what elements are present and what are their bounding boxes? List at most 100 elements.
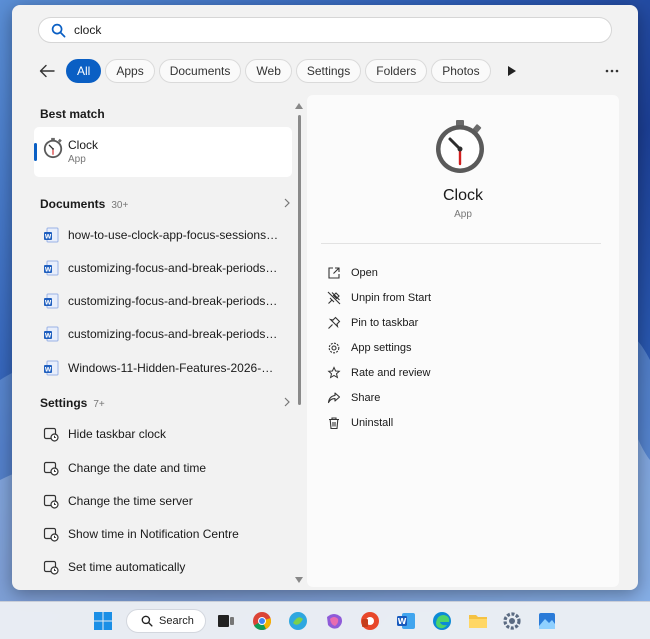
windows-start-icon[interactable]: [91, 609, 115, 633]
office-icon[interactable]: [358, 609, 382, 633]
settings-result[interactable]: Change the time server: [34, 486, 292, 516]
filter-chip-settings[interactable]: Settings: [295, 59, 362, 83]
taskbar-search-icon: [141, 615, 153, 627]
search-box[interactable]: [38, 17, 612, 43]
detail-pane: Clock App Open Unpin from Start Pin to t…: [307, 95, 619, 587]
settings-result-label: Change the time server: [68, 494, 193, 508]
more-icon[interactable]: [600, 59, 624, 83]
documents-count: 30+: [111, 200, 129, 211]
chrome-icon[interactable]: [250, 609, 274, 633]
settings-result-label: Show time in Notification Centre: [68, 527, 239, 541]
svg-text:W: W: [45, 333, 52, 340]
document-result-label: how-to-use-clock-app-focus-sessions-s...: [68, 228, 280, 242]
svg-text:W: W: [45, 367, 52, 374]
taskbar: Search W: [0, 601, 650, 639]
trash-icon: [329, 417, 339, 430]
action-share[interactable]: Share: [327, 387, 380, 409]
task-view-icon[interactable]: [214, 609, 238, 633]
document-result[interactable]: W customizing-focus-and-break-periods-c.…: [34, 319, 292, 349]
settings-clock-icon: [43, 427, 59, 442]
settings-clock-icon: [43, 527, 59, 542]
detail-app-name: Clock: [442, 187, 483, 204]
best-match-heading: Best match: [40, 107, 105, 121]
photos-icon[interactable]: [535, 609, 559, 633]
settings-clock-icon: [43, 560, 59, 575]
filter-chip-documents[interactable]: Documents: [158, 59, 242, 83]
more-filters-play-icon[interactable]: [499, 59, 525, 83]
action-app-settings[interactable]: App settings: [327, 337, 412, 359]
svg-text:W: W: [45, 300, 52, 307]
scroll-up-arrow-icon[interactable]: [295, 103, 303, 109]
taskbar-search-button[interactable]: Search: [126, 609, 206, 633]
settings-result-label: Change the date and time: [68, 461, 207, 475]
document-result[interactable]: W how-to-use-clock-app-focus-sessions-s.…: [34, 220, 292, 250]
file-explorer-icon[interactable]: [466, 609, 490, 633]
action-unpin-from-start[interactable]: Unpin from Start: [327, 287, 431, 309]
start-search-panel: All Apps Documents Web Settings Folders …: [12, 5, 638, 590]
word-document-icon: W: [44, 360, 59, 376]
teams-icon[interactable]: [322, 609, 346, 633]
document-result-label: customizing-focus-and-break-periods-c...: [68, 327, 280, 341]
document-result[interactable]: W Windows-11-Hidden-Features-2026-Kar...: [34, 353, 292, 383]
settings-clock-icon: [43, 494, 59, 509]
detail-divider: [321, 243, 601, 244]
svg-text:W: W: [45, 267, 52, 274]
best-match-type: App: [68, 154, 86, 165]
copilot-icon[interactable]: [286, 609, 310, 633]
document-result[interactable]: W customizing-focus-and-break-periods-c.…: [34, 253, 292, 283]
best-match-name: Clock: [68, 138, 99, 152]
action-pin-to-taskbar[interactable]: Pin to taskbar: [327, 312, 418, 334]
best-match-clock-app[interactable]: Clock App: [34, 127, 292, 177]
settings-icon[interactable]: [500, 609, 524, 633]
scroll-down-arrow-icon[interactable]: [295, 577, 303, 583]
document-result-label: customizing-focus-and-break-periods-c...: [68, 261, 280, 275]
settings-result[interactable]: Show time in Notification Centre: [34, 519, 292, 549]
settings-expand-arrow-icon[interactable]: [282, 397, 292, 407]
word-document-icon: W: [44, 293, 59, 309]
rate-icon: [327, 366, 341, 379]
search-icon: [51, 23, 66, 37]
unpin-icon: [327, 291, 341, 305]
settings-clock-icon: [43, 461, 59, 476]
results-scrollbar-thumb[interactable]: [298, 115, 301, 405]
edge-icon[interactable]: [430, 609, 454, 633]
pin-icon: [328, 316, 341, 329]
action-uninstall[interactable]: Uninstall: [327, 412, 393, 434]
settings-result-label: Set time automatically: [68, 560, 186, 574]
filter-chip-folders[interactable]: Folders: [365, 59, 428, 83]
action-open[interactable]: Open: [327, 262, 378, 284]
clock-app-large-icon: [436, 120, 484, 173]
document-result-label: Windows-11-Hidden-Features-2026-Kar...: [68, 361, 280, 375]
word-icon[interactable]: W: [394, 609, 418, 633]
action-rate-and-review[interactable]: Rate and review: [327, 362, 431, 384]
filter-chip-all[interactable]: All: [66, 59, 102, 83]
results-list: Best match Clock App Documents 30+ W how-…: [34, 95, 296, 585]
settings-heading[interactable]: Settings 7+: [40, 396, 105, 410]
documents-expand-arrow-icon[interactable]: [282, 198, 292, 208]
gear-icon: [328, 342, 340, 354]
search-input[interactable]: [74, 23, 554, 37]
document-result-label: customizing-focus-and-break-periods-c...: [68, 294, 280, 308]
clock-app-icon: [43, 137, 63, 159]
word-document-icon: W: [44, 260, 59, 276]
back-arrow-icon[interactable]: [34, 59, 60, 83]
detail-app-type: App: [454, 209, 472, 220]
word-document-icon: W: [44, 227, 59, 243]
filter-bar: All Apps Documents Web Settings Folders …: [34, 59, 624, 83]
open-icon: [328, 267, 340, 279]
settings-result[interactable]: Hide taskbar clock: [34, 419, 292, 449]
settings-result-label: Hide taskbar clock: [68, 427, 167, 441]
settings-count: 7+: [93, 399, 105, 410]
taskbar-search-label: Search: [159, 615, 194, 627]
word-document-icon: W: [44, 326, 59, 342]
svg-text:W: W: [398, 617, 407, 626]
selection-indicator: [34, 143, 37, 161]
filter-chip-photos[interactable]: Photos: [431, 59, 491, 83]
settings-result[interactable]: Set time automatically: [34, 552, 292, 582]
documents-heading[interactable]: Documents 30+: [40, 197, 128, 211]
svg-text:W: W: [45, 234, 52, 241]
settings-result[interactable]: Change the date and time: [34, 453, 292, 483]
document-result[interactable]: W customizing-focus-and-break-periods-c.…: [34, 286, 292, 316]
filter-chip-web[interactable]: Web: [245, 59, 292, 83]
filter-chip-apps[interactable]: Apps: [105, 59, 155, 83]
